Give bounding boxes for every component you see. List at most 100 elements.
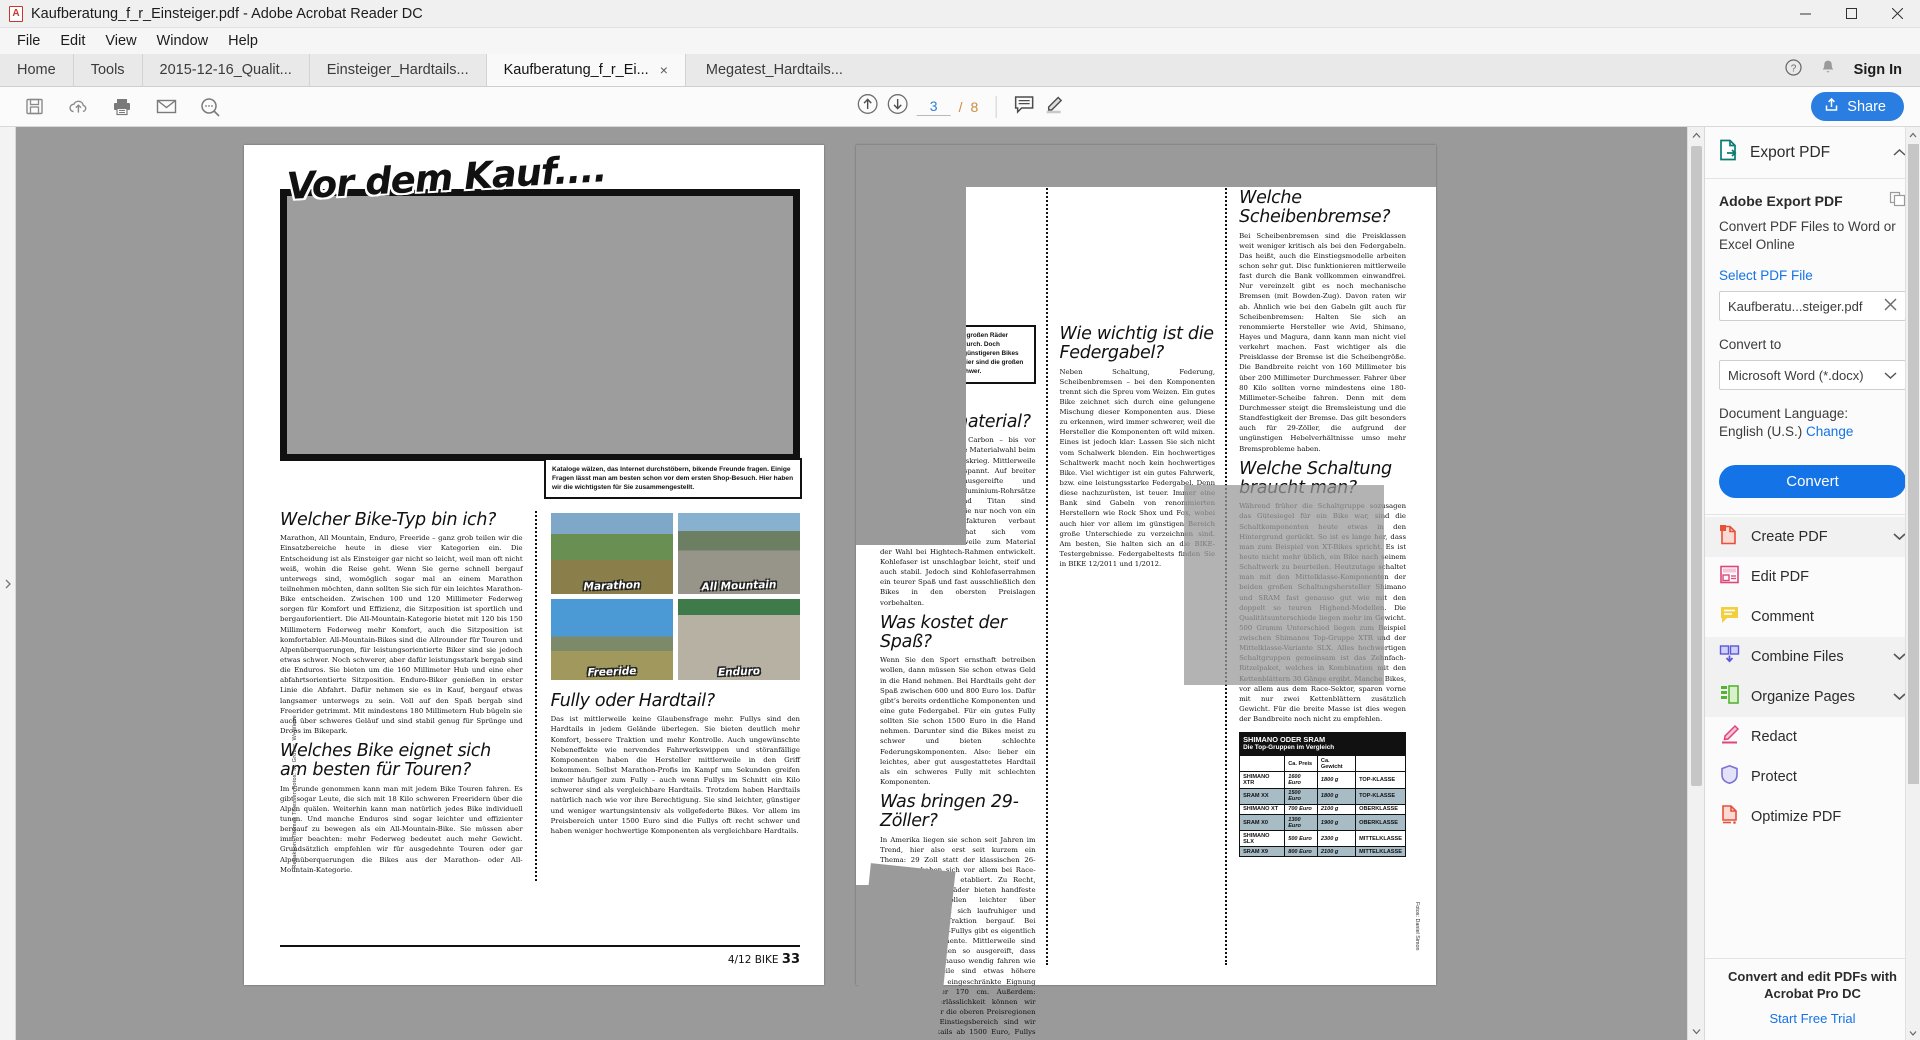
main-area: Vor dem Kauf.... Kataloge wälzen, das In… (0, 127, 1920, 1040)
minimize-button[interactable] (1782, 0, 1828, 28)
tab-label: Megatest_Hardtails... (705, 62, 843, 78)
tab-label: 2015-12-16_Qualit... (159, 62, 292, 78)
tab-strip-right-cluster: ? Sign In (1785, 54, 1920, 86)
tool-label: Comment (1751, 609, 1814, 626)
zoom-search-icon[interactable] (188, 87, 232, 127)
menu-file[interactable]: File (8, 30, 49, 52)
arrow-down-circle-icon[interactable] (887, 93, 909, 120)
close-button[interactable] (1874, 0, 1920, 28)
table-header-row: Ca. Preis Ca. Gewicht (1239, 755, 1407, 773)
panel-footer: Convert and edit PDFs with Acrobat Pro D… (1705, 958, 1920, 1040)
tab-document-4[interactable]: Megatest_Hardtails... (685, 54, 863, 86)
toolbar-divider (995, 95, 997, 118)
export-pdf-icon (1719, 139, 1740, 166)
start-free-trial-link[interactable]: Start Free Trial (1719, 1011, 1906, 1026)
scroll-up-arrow[interactable] (1692, 127, 1701, 144)
article-body-2: Im Grunde genommen kann man mit jedem Bi… (280, 784, 523, 874)
cell-price: 700 Euro (1284, 803, 1318, 815)
article-body-3: Das ist mittlerweile keine Glaubensfrage… (550, 715, 800, 835)
share-button[interactable]: Share (1811, 92, 1904, 121)
sign-in-button[interactable]: Sign In (1854, 62, 1902, 78)
clear-file-icon[interactable] (1884, 298, 1897, 315)
cell-class: OBERKLASSE (1355, 803, 1407, 815)
tab-tools[interactable]: Tools (73, 54, 143, 86)
tool-edit-pdf[interactable]: Edit PDF (1705, 557, 1920, 597)
cell-weight: 1800 g (1316, 771, 1357, 789)
tool-protect[interactable]: Protect (1705, 757, 1920, 797)
print-icon[interactable] (100, 87, 144, 127)
cell-weight: 2300 g (1316, 830, 1357, 848)
cell-price: 1600 Euro (1284, 771, 1318, 789)
convert-to-select[interactable]: Microsoft Word (*.docx) (1719, 360, 1906, 391)
cell-class: TOP-KLASSE (1355, 771, 1407, 789)
chevron-down-icon[interactable] (1884, 368, 1897, 383)
copy-icon[interactable] (1889, 191, 1906, 210)
tool-organize-pages[interactable]: Organize Pages (1705, 677, 1920, 718)
left-rail[interactable] (0, 127, 16, 1040)
table-row: SHIMANO XT 700 Euro 2100 g OBERKLASSE (1239, 803, 1407, 815)
tab-document-2[interactable]: Einsteiger_Hardtails... (309, 54, 487, 86)
photo-caption: Marathon (583, 579, 641, 593)
photo-caption: Freeride (587, 665, 637, 679)
cell-weight: 1900 g (1316, 813, 1357, 832)
panel-scroll-down-arrow[interactable] (1909, 1025, 1917, 1040)
change-language-link[interactable]: Change (1806, 424, 1853, 439)
help-circle-icon[interactable]: ? (1785, 59, 1802, 81)
tool-redact[interactable]: Redact (1705, 717, 1920, 757)
table-row: SHIMANO XTR 1600 Euro 1800 g TOP-KLASSE (1239, 771, 1407, 789)
page-credit: Redaktion: Thomas Thiessen Fotos: M. Grö… (292, 715, 298, 869)
page-number-input[interactable]: 3 (916, 97, 951, 116)
maximize-button[interactable] (1828, 0, 1874, 28)
pdf-app-icon (9, 5, 23, 22)
upsell-text: Convert and edit PDFs with Acrobat Pro D… (1727, 969, 1897, 1002)
cell-group: SHIMANO SLX (1239, 830, 1286, 848)
convert-to-label: Convert to (1719, 337, 1782, 353)
export-pdf-panel-header[interactable]: Export PDF (1705, 127, 1920, 179)
render-occlusion-right (1184, 485, 1384, 685)
menu-window[interactable]: Window (148, 30, 218, 52)
panel-scroll-up-arrow[interactable] (1909, 127, 1917, 142)
headline-block: Vor dem Kauf.... Kataloge wälzen, das In… (280, 147, 802, 499)
email-icon[interactable] (144, 87, 188, 127)
panel-scroll-thumb[interactable] (1907, 144, 1919, 784)
article-body-r2: Wenn Sie den Sport ernsthaft betreiben w… (880, 656, 1036, 786)
save-icon[interactable] (12, 87, 56, 127)
tab-document-3-active[interactable]: Kaufberatung_f_r_Ei... × (486, 54, 686, 86)
scroll-down-arrow[interactable] (1692, 1023, 1701, 1040)
highlighter-icon[interactable] (1042, 95, 1063, 119)
tool-label: Create PDF (1751, 529, 1828, 546)
cell-weight: 1800 g (1316, 787, 1357, 805)
panel-scrollbar[interactable] (1905, 127, 1920, 1040)
tab-close-icon[interactable]: × (660, 62, 668, 78)
article-heading-r2: Was kostet der Spaß? (880, 612, 1007, 652)
document-viewport[interactable]: Vor dem Kauf.... Kataloge wälzen, das In… (16, 127, 1687, 1040)
article-heading-r5: Welche Scheibenbremse? (1239, 188, 1391, 228)
arrow-up-circle-icon[interactable] (857, 93, 879, 120)
tool-create-pdf[interactable]: Create PDF (1705, 517, 1920, 558)
convert-button[interactable]: Convert (1719, 465, 1906, 499)
tab-document-1[interactable]: 2015-12-16_Qualit... (142, 54, 310, 86)
panel-divider (1705, 514, 1920, 516)
menu-help[interactable]: Help (219, 30, 267, 52)
document-scrollbar[interactable] (1687, 127, 1704, 1040)
comment-icon[interactable] (1013, 95, 1034, 119)
pdf-page-right: 26 Zoll gegen 29 Zoll: Die großen Räder … (856, 145, 1436, 1040)
notification-bell-icon[interactable] (1820, 59, 1836, 81)
scroll-thumb[interactable] (1690, 146, 1702, 786)
comment-tool-icon (1719, 604, 1740, 630)
tool-optimize-pdf[interactable]: Optimize PDF (1705, 797, 1920, 837)
tab-home[interactable]: Home (0, 54, 74, 86)
tool-combine-files[interactable]: Combine Files (1705, 637, 1920, 678)
tool-comment[interactable]: Comment (1705, 597, 1920, 637)
photo-enduro: Enduro (677, 599, 800, 680)
select-pdf-file-link[interactable]: Select PDF File (1719, 268, 1906, 283)
table-row: SRAM X9 800 Euro 2100 g MITTELKLASSE (1239, 846, 1407, 858)
cell-class: OBERKLASSE (1355, 813, 1407, 832)
menu-view[interactable]: View (96, 30, 145, 52)
cell-weight: 2100 g (1316, 803, 1357, 815)
upload-cloud-icon[interactable] (56, 87, 100, 127)
photo-grid: Marathon All Mountain Freeride Enduro (550, 513, 800, 680)
menu-edit[interactable]: Edit (51, 30, 94, 52)
table-row: SRAM XX 1500 Euro 1800 g TOP-KLASSE (1239, 787, 1407, 805)
selected-file-field[interactable]: Kaufberatu...steiger.pdf (1719, 291, 1906, 322)
